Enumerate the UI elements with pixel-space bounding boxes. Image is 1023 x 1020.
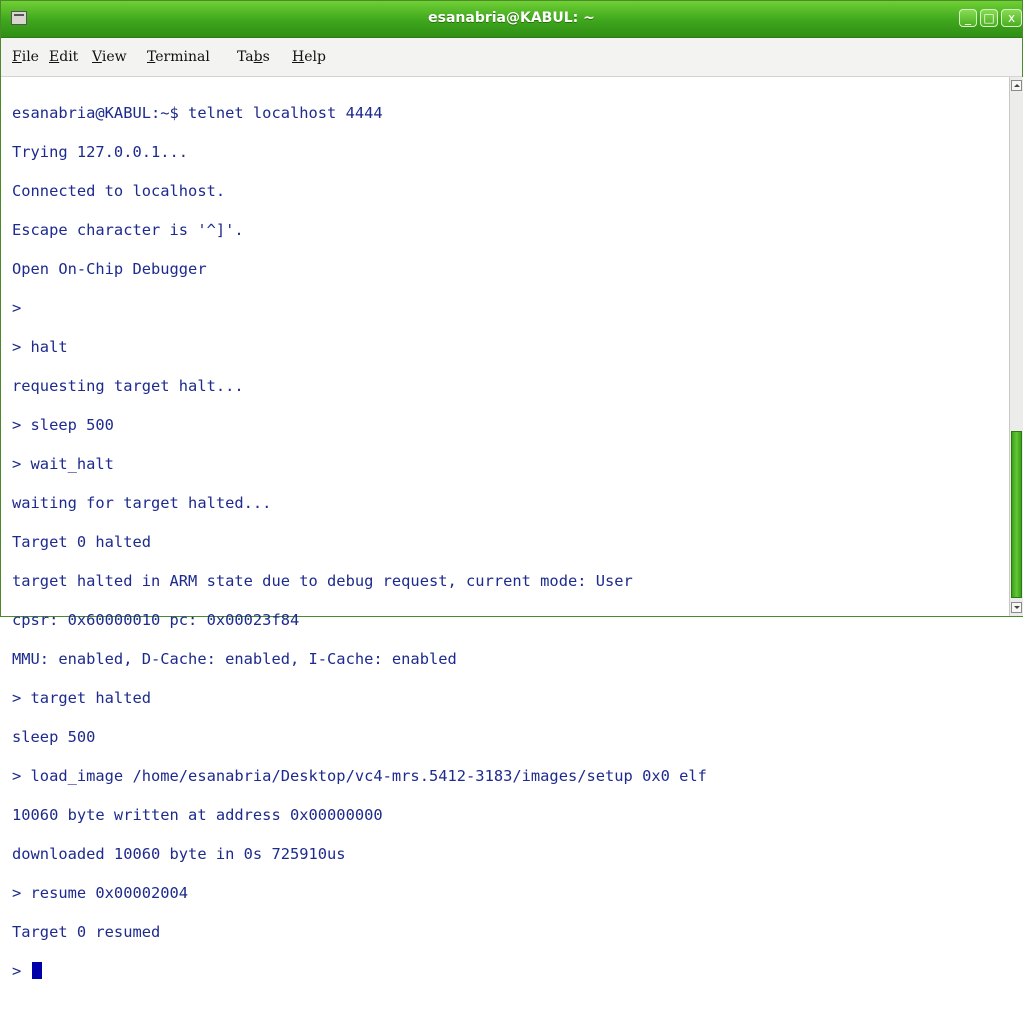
menu-edit[interactable]: Edit (49, 49, 78, 65)
title-bar[interactable]: esanabria@KABUL: ~ _ □ x (1, 1, 1022, 38)
menu-bar: File Edit View Terminal Tabs Help (1, 38, 1022, 77)
close-button[interactable]: x (1001, 9, 1022, 27)
terminal-line: > resume 0x00002004 (12, 883, 189, 902)
menu-view[interactable]: View (92, 49, 127, 65)
scroll-up-arrow-icon[interactable] (1011, 80, 1022, 91)
terminal-line: > wait_halt (12, 454, 114, 473)
terminal-output[interactable]: esanabria@KABUL:~$ telnet localhost 4444… (1, 77, 1009, 980)
vertical-scrollbar[interactable] (1009, 77, 1023, 616)
menu-terminal[interactable]: Terminal (147, 49, 210, 65)
window-title: esanabria@KABUL: ~ (428, 10, 595, 26)
terminal-line: downloaded 10060 byte in 0s 725910us (12, 844, 346, 863)
terminal-line: > load_image /home/esanabria/Desktop/vc4… (12, 766, 707, 785)
minimize-button[interactable]: _ (959, 9, 977, 27)
terminal-line: > (12, 298, 22, 317)
prompt: > (12, 961, 31, 980)
terminal-line: Target 0 resumed (12, 922, 161, 941)
terminal-window: esanabria@KABUL: ~ _ □ x File Edit View … (0, 0, 1023, 980)
terminal-line: Trying 127.0.0.1... (12, 142, 189, 161)
terminal-line: > sleep 500 (12, 415, 114, 434)
menu-help[interactable]: Help (292, 49, 326, 65)
terminal-line: Target 0 halted (12, 532, 151, 551)
terminal-line: esanabria@KABUL:~$ telnet localhost 4444 (12, 103, 383, 122)
terminal-prompt-line[interactable]: > (12, 961, 707, 982)
terminal-line: requesting target halt... (12, 376, 244, 395)
terminal-line: Escape character is '^]'. (12, 220, 244, 239)
menu-tabs[interactable]: Tabs (237, 49, 270, 65)
text-cursor (31, 961, 42, 979)
terminal-line: > halt (12, 337, 68, 356)
maximize-button[interactable]: □ (980, 9, 998, 27)
terminal-line: Open On-Chip Debugger (12, 259, 207, 278)
terminal-line: > target halted (12, 688, 151, 707)
terminal-line: target halted in ARM state due to debug … (12, 571, 633, 590)
terminal-line: waiting for target halted... (12, 493, 272, 512)
scrollbar-thumb[interactable] (1011, 431, 1022, 598)
menu-file[interactable]: File (12, 49, 39, 65)
scroll-down-arrow-icon[interactable] (1011, 602, 1022, 613)
terminal-line: 10060 byte written at address 0x00000000 (12, 805, 383, 824)
terminal-line: cpsr: 0x60000010 pc: 0x00023f84 (12, 610, 300, 629)
terminal-line: sleep 500 (12, 727, 96, 746)
terminal-line: Connected to localhost. (12, 181, 226, 200)
terminal-line: MMU: enabled, D-Cache: enabled, I-Cache:… (12, 649, 457, 668)
